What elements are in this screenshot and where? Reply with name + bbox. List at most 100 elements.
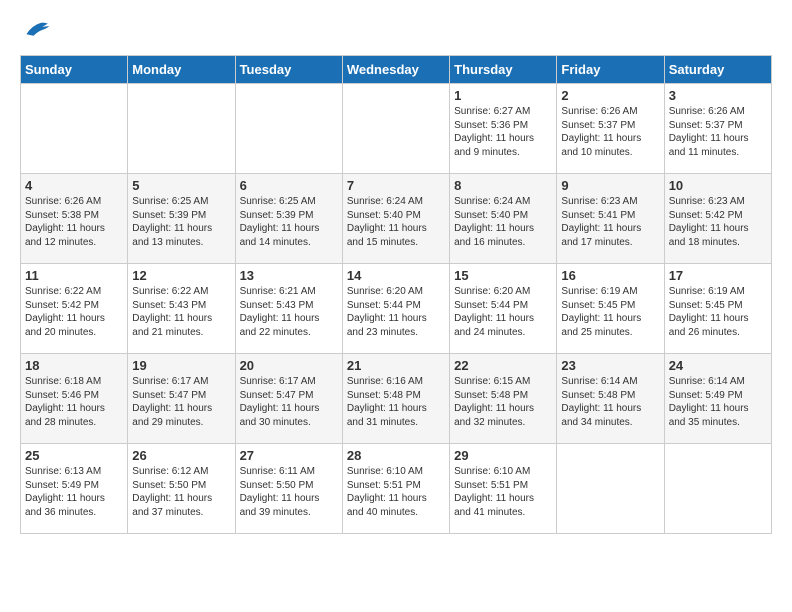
calendar-cell: 5 Sunrise: 6:25 AM Sunset: 5:39 PM Daylig… bbox=[128, 174, 235, 264]
day-info: Sunrise: 6:18 AM Sunset: 5:46 PM Dayligh… bbox=[25, 375, 123, 429]
calendar-cell: 6Sunrise: 6:25 AM Sunset: 5:39 PM Daylig… bbox=[235, 174, 342, 264]
day-number: 6 bbox=[240, 178, 338, 193]
day-info: Sunrise: 6:19 AM Sunset: 5:45 PM Dayligh… bbox=[561, 285, 659, 339]
day-number: 25 bbox=[25, 448, 123, 463]
calendar-cell: 15 Sunrise: 6:20 AM Sunset: 5:44 PM Dayli… bbox=[450, 264, 557, 354]
calendar-week-5: 25Sunrise: 6:13 AM Sunset: 5:49 PM Dayli… bbox=[21, 444, 772, 534]
page-header bbox=[20, 20, 772, 45]
day-info: Sunrise: 6:20 AM Sunset: 5:44 PM Dayligh… bbox=[347, 285, 445, 339]
calendar-cell: 13 Sunrise: 6:21 AM Sunset: 5:43 PM Dayli… bbox=[235, 264, 342, 354]
day-info: Sunrise: 6:27 AM Sunset: 5:36 PM Dayligh… bbox=[454, 105, 552, 159]
calendar-cell: 10 Sunrise: 6:23 AM Sunset: 5:42 PM Dayli… bbox=[664, 174, 771, 264]
calendar-cell: 4 Sunrise: 6:26 AM Sunset: 5:38 PM Daylig… bbox=[21, 174, 128, 264]
day-number: 5 bbox=[132, 178, 230, 193]
header-day-sunday: Sunday bbox=[21, 56, 128, 84]
calendar-cell: 21 Sunrise: 6:16 AM Sunset: 5:48 PM Dayli… bbox=[342, 354, 449, 444]
day-number: 2 bbox=[561, 88, 659, 103]
day-info: Sunrise: 6:11 AM Sunset: 5:50 PM Dayligh… bbox=[240, 465, 338, 519]
header-day-thursday: Thursday bbox=[450, 56, 557, 84]
day-number: 22 bbox=[454, 358, 552, 373]
day-info: Sunrise: 6:23 AM Sunset: 5:41 PM Dayligh… bbox=[561, 195, 659, 249]
calendar-cell: 19 Sunrise: 6:17 AM Sunset: 5:47 PM Dayli… bbox=[128, 354, 235, 444]
day-info: Sunrise: 6:17 AM Sunset: 5:47 PM Dayligh… bbox=[132, 375, 230, 429]
day-number: 3 bbox=[669, 88, 767, 103]
day-info: Sunrise: 6:22 AM Sunset: 5:43 PM Dayligh… bbox=[132, 285, 230, 339]
calendar-table: SundayMondayTuesdayWednesdayThursdayFrid… bbox=[20, 55, 772, 534]
day-number: 15 bbox=[454, 268, 552, 283]
day-number: 7 bbox=[347, 178, 445, 193]
day-number: 12 bbox=[132, 268, 230, 283]
calendar-cell: 7Sunrise: 6:24 AM Sunset: 5:40 PM Daylig… bbox=[342, 174, 449, 264]
calendar-cell: 8 Sunrise: 6:24 AM Sunset: 5:40 PM Daylig… bbox=[450, 174, 557, 264]
day-number: 19 bbox=[132, 358, 230, 373]
calendar-week-3: 11 Sunrise: 6:22 AM Sunset: 5:42 PM Dayli… bbox=[21, 264, 772, 354]
calendar-cell: 17Sunrise: 6:19 AM Sunset: 5:45 PM Dayli… bbox=[664, 264, 771, 354]
day-info: Sunrise: 6:10 AM Sunset: 5:51 PM Dayligh… bbox=[347, 465, 445, 519]
day-number: 21 bbox=[347, 358, 445, 373]
day-number: 14 bbox=[347, 268, 445, 283]
day-info: Sunrise: 6:12 AM Sunset: 5:50 PM Dayligh… bbox=[132, 465, 230, 519]
day-info: Sunrise: 6:26 AM Sunset: 5:38 PM Dayligh… bbox=[25, 195, 123, 249]
day-number: 28 bbox=[347, 448, 445, 463]
day-info: Sunrise: 6:22 AM Sunset: 5:42 PM Dayligh… bbox=[25, 285, 123, 339]
day-number: 26 bbox=[132, 448, 230, 463]
calendar-cell: 11 Sunrise: 6:22 AM Sunset: 5:42 PM Dayli… bbox=[21, 264, 128, 354]
calendar-cell: 23Sunrise: 6:14 AM Sunset: 5:48 PM Dayli… bbox=[557, 354, 664, 444]
header-day-wednesday: Wednesday bbox=[342, 56, 449, 84]
day-number: 24 bbox=[669, 358, 767, 373]
calendar-cell: 9Sunrise: 6:23 AM Sunset: 5:41 PM Daylig… bbox=[557, 174, 664, 264]
day-info: Sunrise: 6:23 AM Sunset: 5:42 PM Dayligh… bbox=[669, 195, 767, 249]
day-info: Sunrise: 6:21 AM Sunset: 5:43 PM Dayligh… bbox=[240, 285, 338, 339]
day-number: 13 bbox=[240, 268, 338, 283]
header-day-monday: Monday bbox=[128, 56, 235, 84]
calendar-cell: 14 Sunrise: 6:20 AM Sunset: 5:44 PM Dayli… bbox=[342, 264, 449, 354]
calendar-cell: 1 Sunrise: 6:27 AM Sunset: 5:36 PM Daylig… bbox=[450, 84, 557, 174]
header-day-tuesday: Tuesday bbox=[235, 56, 342, 84]
day-info: Sunrise: 6:20 AM Sunset: 5:44 PM Dayligh… bbox=[454, 285, 552, 339]
calendar-cell: 16 Sunrise: 6:19 AM Sunset: 5:45 PM Dayli… bbox=[557, 264, 664, 354]
day-info: Sunrise: 6:24 AM Sunset: 5:40 PM Dayligh… bbox=[454, 195, 552, 249]
day-info: Sunrise: 6:26 AM Sunset: 5:37 PM Dayligh… bbox=[669, 105, 767, 159]
day-number: 4 bbox=[25, 178, 123, 193]
calendar-cell: 12 Sunrise: 6:22 AM Sunset: 5:43 PM Dayli… bbox=[128, 264, 235, 354]
calendar-week-2: 4 Sunrise: 6:26 AM Sunset: 5:38 PM Daylig… bbox=[21, 174, 772, 264]
day-number: 27 bbox=[240, 448, 338, 463]
calendar-cell: 3 Sunrise: 6:26 AM Sunset: 5:37 PM Daylig… bbox=[664, 84, 771, 174]
day-number: 29 bbox=[454, 448, 552, 463]
calendar-cell bbox=[342, 84, 449, 174]
calendar-cell: 20 Sunrise: 6:17 AM Sunset: 5:47 PM Dayli… bbox=[235, 354, 342, 444]
calendar-cell bbox=[21, 84, 128, 174]
calendar-week-4: 18 Sunrise: 6:18 AM Sunset: 5:46 PM Dayli… bbox=[21, 354, 772, 444]
day-number: 1 bbox=[454, 88, 552, 103]
calendar-cell bbox=[235, 84, 342, 174]
calendar-cell: 22 Sunrise: 6:15 AM Sunset: 5:48 PM Dayli… bbox=[450, 354, 557, 444]
calendar-cell bbox=[557, 444, 664, 534]
calendar-cell: 26 Sunrise: 6:12 AM Sunset: 5:50 PM Dayli… bbox=[128, 444, 235, 534]
day-info: Sunrise: 6:26 AM Sunset: 5:37 PM Dayligh… bbox=[561, 105, 659, 159]
day-info: Sunrise: 6:15 AM Sunset: 5:48 PM Dayligh… bbox=[454, 375, 552, 429]
day-number: 10 bbox=[669, 178, 767, 193]
calendar-week-1: 1 Sunrise: 6:27 AM Sunset: 5:36 PM Daylig… bbox=[21, 84, 772, 174]
day-info: Sunrise: 6:16 AM Sunset: 5:48 PM Dayligh… bbox=[347, 375, 445, 429]
calendar-cell: 28 Sunrise: 6:10 AM Sunset: 5:51 PM Dayli… bbox=[342, 444, 449, 534]
day-number: 17 bbox=[669, 268, 767, 283]
day-number: 18 bbox=[25, 358, 123, 373]
calendar-cell: 18 Sunrise: 6:18 AM Sunset: 5:46 PM Dayli… bbox=[21, 354, 128, 444]
day-info: Sunrise: 6:17 AM Sunset: 5:47 PM Dayligh… bbox=[240, 375, 338, 429]
day-number: 16 bbox=[561, 268, 659, 283]
day-info: Sunrise: 6:10 AM Sunset: 5:51 PM Dayligh… bbox=[454, 465, 552, 519]
day-info: Sunrise: 6:14 AM Sunset: 5:49 PM Dayligh… bbox=[669, 375, 767, 429]
header-row: SundayMondayTuesdayWednesdayThursdayFrid… bbox=[21, 56, 772, 84]
day-number: 20 bbox=[240, 358, 338, 373]
calendar-cell: 27 Sunrise: 6:11 AM Sunset: 5:50 PM Dayli… bbox=[235, 444, 342, 534]
logo bbox=[20, 20, 54, 45]
calendar-cell: 29 Sunrise: 6:10 AM Sunset: 5:51 PM Dayli… bbox=[450, 444, 557, 534]
calendar-cell: 25Sunrise: 6:13 AM Sunset: 5:49 PM Dayli… bbox=[21, 444, 128, 534]
calendar-cell bbox=[128, 84, 235, 174]
logo-icon bbox=[20, 20, 50, 45]
calendar-cell: 2 Sunrise: 6:26 AM Sunset: 5:37 PM Daylig… bbox=[557, 84, 664, 174]
day-number: 8 bbox=[454, 178, 552, 193]
day-info: Sunrise: 6:14 AM Sunset: 5:48 PM Dayligh… bbox=[561, 375, 659, 429]
day-number: 11 bbox=[25, 268, 123, 283]
day-info: Sunrise: 6:25 AM Sunset: 5:39 PM Dayligh… bbox=[132, 195, 230, 249]
